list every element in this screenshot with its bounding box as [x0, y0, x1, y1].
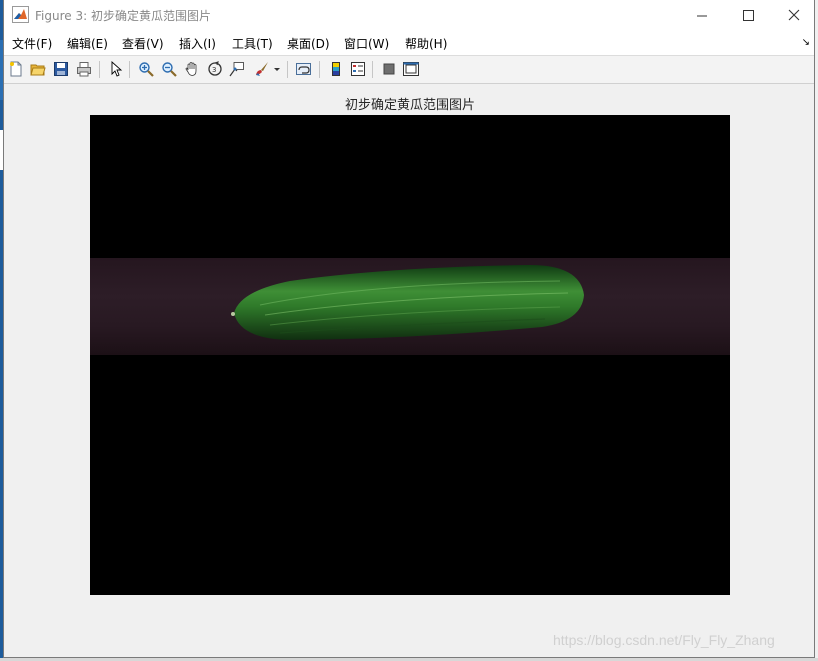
maximize-button[interactable]: [725, 0, 771, 30]
title-bar[interactable]: Figure 3: 初步确定黄瓜范围图片: [4, 0, 814, 30]
figure-toolbar: 3: [4, 56, 814, 84]
rotate-3d-icon[interactable]: 3: [206, 60, 224, 78]
zoom-out-icon[interactable]: [160, 60, 178, 78]
data-cursor-icon[interactable]: [228, 60, 246, 78]
save-icon[interactable]: [52, 60, 70, 78]
matlab-logo-icon: [12, 6, 29, 23]
show-plot-tools-icon[interactable]: [402, 60, 420, 78]
new-figure-icon[interactable]: [7, 60, 25, 78]
axes-title: 初步确定黄瓜范围图片: [344, 98, 475, 113]
brush-dropdown-icon[interactable]: [272, 60, 282, 78]
minimize-icon: [696, 10, 708, 21]
pan-icon[interactable]: [183, 60, 201, 78]
watermark-text: https://blog.csdn.net/Fly_Fly_Zhang: [553, 632, 775, 648]
toolbar-separator: [372, 61, 373, 78]
menu-file[interactable]: 文件(F): [12, 35, 52, 52]
menu-edit[interactable]: 编辑(E): [67, 35, 108, 52]
menu-insert[interactable]: 插入(I): [179, 35, 216, 52]
menu-view[interactable]: 查看(V): [122, 35, 164, 52]
image-display[interactable]: [90, 115, 730, 595]
toolbar-separator: [129, 61, 130, 78]
window-title: Figure 3: 初步确定黄瓜范围图片: [35, 9, 211, 23]
insert-legend-icon[interactable]: [349, 60, 367, 78]
toolbar-separator: [287, 61, 288, 78]
toolbar-separator: [99, 61, 100, 78]
close-icon: [788, 9, 800, 21]
hide-plot-tools-icon[interactable]: [380, 60, 398, 78]
cucumber-image: [231, 265, 584, 340]
link-plot-icon[interactable]: [295, 60, 313, 78]
menu-window[interactable]: 窗口(W): [344, 35, 389, 52]
menu-tools[interactable]: 工具(T): [232, 35, 273, 52]
figure-window: Figure 3: 初步确定黄瓜范围图片 文件(F) 编辑(E) 查看(V) 插…: [3, 0, 815, 658]
print-icon[interactable]: [75, 60, 93, 78]
maximize-icon: [742, 9, 754, 21]
insert-colorbar-icon[interactable]: [327, 60, 345, 78]
dock-arrow-icon[interactable]: ↘: [802, 37, 810, 48]
close-button[interactable]: [771, 0, 817, 30]
edit-plot-icon[interactable]: [107, 60, 125, 78]
svg-text:3: 3: [212, 66, 216, 74]
menu-bar: 文件(F) 编辑(E) 查看(V) 插入(I) 工具(T) 桌面(D) 窗口(W…: [4, 30, 814, 56]
menu-desktop[interactable]: 桌面(D): [287, 35, 330, 52]
toolbar-separator: [319, 61, 320, 78]
open-file-icon[interactable]: [29, 60, 47, 78]
minimize-button[interactable]: [679, 0, 725, 30]
zoom-in-icon[interactable]: [137, 60, 155, 78]
brush-icon[interactable]: [253, 60, 271, 78]
menu-help[interactable]: 帮助(H): [405, 35, 447, 52]
